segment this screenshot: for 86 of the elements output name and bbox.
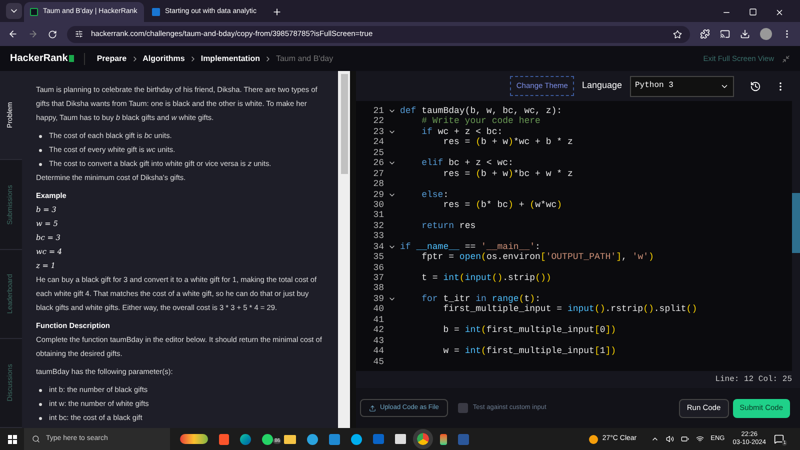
back-icon[interactable]	[8, 29, 18, 39]
logo-block-icon	[68, 55, 74, 62]
bullet-icon	[39, 149, 42, 152]
tab-search-button[interactable]	[6, 3, 22, 19]
maximize-icon[interactable]	[749, 8, 757, 16]
code-line: for t_itr in range(t):	[420, 294, 540, 304]
line-number: 25	[372, 148, 384, 158]
line-number: 31	[372, 210, 384, 221]
bullet-icon	[39, 403, 42, 406]
line-number: 24	[372, 137, 384, 148]
reload-icon[interactable]	[48, 30, 57, 38]
code-line: res = (b + w)*bc + w * z	[442, 168, 573, 180]
line-number: 26	[372, 158, 384, 169]
new-tab-icon[interactable]	[272, 7, 282, 17]
line-number: 40	[372, 304, 384, 315]
breadcrumb-link[interactable]: Algorithms	[142, 52, 185, 64]
code-line: else:	[420, 190, 449, 200]
line-number: 21	[372, 106, 384, 116]
search-icon	[32, 435, 40, 443]
site-favicon	[30, 8, 38, 16]
site-favicon	[152, 8, 160, 16]
line-number: 37	[372, 273, 384, 284]
line-number: 32	[372, 220, 384, 232]
extensions-icon[interactable]	[700, 29, 710, 39]
code-line: return res	[420, 220, 476, 232]
code-editor[interactable]	[356, 101, 792, 371]
close-icon[interactable]	[775, 8, 784, 17]
download-icon[interactable]	[740, 29, 750, 39]
line-number: 30	[372, 200, 384, 210]
line-number: 38	[372, 283, 384, 294]
hackerrank-logo[interactable]: HackerRank	[10, 51, 74, 66]
bullet-icon	[39, 163, 42, 166]
code-line: res = (b* bc) + (w*wc)	[442, 200, 562, 210]
line-number: 39	[372, 294, 384, 304]
line-number: 44	[372, 346, 384, 357]
scrollbar[interactable]	[338, 71, 350, 428]
line-number: 22	[372, 116, 384, 127]
line-number: 41	[372, 314, 384, 326]
bookmark-icon[interactable]	[673, 30, 682, 38]
profile-avatar[interactable]	[760, 28, 772, 40]
code-line: res = (b + w)*wc + b * z	[442, 137, 573, 148]
bullet-icon	[39, 135, 42, 138]
line-number: 27	[372, 168, 384, 180]
code-line: b = int(first_multiple_input[0])	[442, 325, 616, 336]
minimize-icon[interactable]	[782, 54, 790, 62]
bullet-icon	[39, 417, 42, 420]
code-line: def taumBday(b, w, bc, wc, z):	[400, 106, 562, 116]
breadcrumb-link[interactable]: Implementation	[200, 52, 260, 64]
upload-icon	[369, 404, 376, 412]
line-number: 42	[372, 325, 384, 336]
language-select[interactable]: Python 3	[630, 76, 734, 96]
line-number: 23	[372, 126, 384, 138]
battery-icon[interactable]	[680, 435, 689, 443]
code-line: fptr = open(os.environ['OUTPUT_PATH'], 'w')	[420, 252, 654, 263]
line-number: 36	[372, 262, 384, 274]
language-label: Language	[582, 79, 622, 92]
code-line: elif bc + z < wc:	[420, 158, 514, 169]
line-number: 45	[372, 356, 384, 367]
checkbox[interactable]	[458, 403, 468, 413]
cursor-position: Line: 12 Col: 25	[715, 374, 792, 386]
breadcrumb-link[interactable]: Prepare	[96, 52, 127, 64]
line-number: 33	[372, 231, 384, 242]
line-number: 28	[372, 179, 384, 190]
line-number: 43	[372, 336, 384, 346]
scrollbar-thumb[interactable]	[792, 193, 800, 253]
code-line: w = int(first_multiple_input[1])	[442, 346, 616, 357]
wifi-icon[interactable]	[696, 435, 704, 443]
chrome-app-icon[interactable]	[417, 433, 429, 445]
bullet-icon	[39, 389, 42, 392]
code-line: t = int(input().strip())	[420, 273, 552, 284]
line-number: 35	[372, 252, 384, 263]
line-number: 34	[372, 242, 384, 252]
code-line: first_multiple_input = input().rstrip().split()	[442, 304, 698, 315]
site-settings-icon[interactable]	[75, 30, 83, 38]
code-line: if __name__ == '__main__':	[400, 242, 540, 252]
tray-expand-icon[interactable]	[650, 435, 659, 443]
cast-icon[interactable]	[720, 29, 730, 39]
history-icon[interactable]	[750, 80, 761, 92]
forward-icon[interactable]	[28, 29, 38, 39]
code-line: if wc + z < bc:	[420, 126, 503, 138]
volume-icon[interactable]	[666, 435, 674, 443]
code-line: # Write your code here	[420, 116, 540, 127]
scrollbar-thumb[interactable]	[340, 74, 348, 174]
notifications-icon[interactable]	[774, 434, 784, 444]
line-number: 29	[372, 190, 384, 200]
folder-app-icon[interactable]	[284, 434, 296, 444]
